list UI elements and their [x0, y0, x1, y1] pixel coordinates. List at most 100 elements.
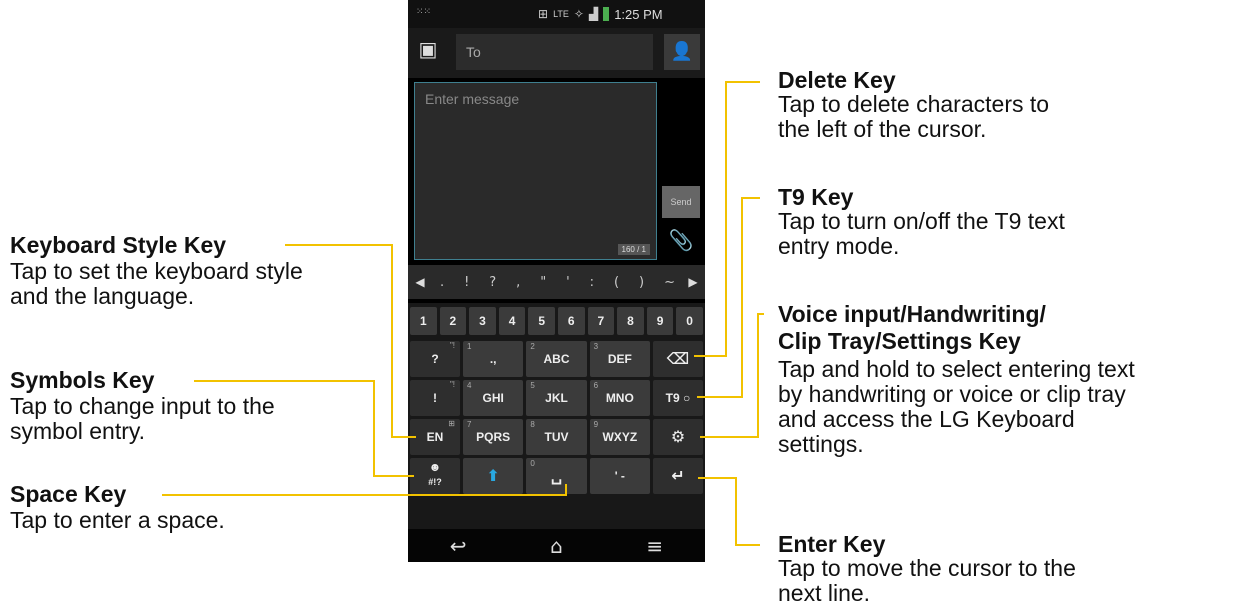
number-key[interactable]: 1	[410, 307, 437, 335]
key-sup-label: "!	[449, 380, 455, 389]
symbol-key[interactable]: ,	[516, 275, 520, 290]
nfc-icon: ⊞	[538, 7, 549, 21]
symbol-key[interactable]: :	[590, 275, 594, 290]
t9-key-desc-1: Tap to turn on/off the T9 text	[778, 208, 1065, 234]
person-icon[interactable]: 👤	[664, 34, 700, 70]
voice-key-title-2: Clip Tray/Settings Key	[778, 328, 1021, 354]
symbol-key[interactable]: (	[614, 275, 619, 290]
key-3[interactable]: 3 DEF	[589, 341, 650, 377]
space-key[interactable]: 0 ␣	[526, 458, 587, 494]
number-key[interactable]: 9	[646, 307, 674, 335]
keyboard: 1 2 3 4 5 6 7 8 9 0 "! ? 1 ., 2 ABC 3 DE…	[408, 303, 705, 529]
number-key[interactable]: 6	[557, 307, 585, 335]
symbol-key[interactable]: ~	[664, 275, 675, 290]
back-nav-icon[interactable]: ↩	[450, 534, 467, 558]
key-row-3: ⊞ EN 7 PQRS 8 TUV 9 WXYZ ⚙	[410, 419, 703, 455]
symbol-key[interactable]: .	[440, 275, 444, 290]
key-2[interactable]: 2 ABC	[526, 341, 587, 377]
enter-key-title: Enter Key	[778, 531, 886, 557]
key-6[interactable]: 6 MNO	[589, 380, 650, 416]
key-label: DEF	[607, 352, 632, 366]
symbol-key[interactable]: '	[566, 275, 570, 290]
symbol-key[interactable]: "	[540, 275, 546, 290]
menu-nav-icon[interactable]: ≡	[646, 534, 663, 558]
key-1[interactable]: 1 .,	[463, 341, 524, 377]
t9-key[interactable]: T9 ○	[652, 380, 703, 416]
key-label: WXYZ	[602, 430, 638, 444]
voice-key-title-1: Voice input/Handwriting/	[778, 301, 1046, 327]
key-8[interactable]: 8 TUV	[526, 419, 587, 455]
key-label: ABC	[543, 352, 570, 366]
key-digit: 1	[467, 342, 472, 351]
scroll-left-icon[interactable]: ◀	[412, 265, 428, 299]
key-4[interactable]: 4 GHI	[463, 380, 524, 416]
send-button[interactable]: Send	[662, 186, 700, 218]
symbol-key[interactable]: ?	[489, 275, 496, 290]
t9-key-title: T9 Key	[778, 184, 854, 210]
symbols-key-title: Symbols Key	[10, 367, 155, 393]
shift-key[interactable]: ⬆	[463, 458, 524, 494]
home-nav-icon[interactable]: ⌂	[550, 534, 563, 558]
paperclip-icon[interactable]: 📎	[666, 225, 696, 255]
keyboard-style-key-desc-1: Tap to set the keyboard style	[10, 258, 303, 284]
space-key-title: Space Key	[10, 481, 127, 507]
t9-key-desc-2: entry mode.	[778, 233, 900, 259]
phone-screen: ⁙⁙ ⊞ LTE ✧ ▟ 1:25 PM ▣ To 👤 Enter messag…	[408, 0, 705, 562]
enter-return-icon: ↵	[671, 466, 685, 485]
keyboard-style-key[interactable]: ⊞ EN	[410, 419, 460, 455]
number-key[interactable]: 3	[469, 307, 496, 335]
contact-card-icon[interactable]: ▣	[417, 38, 439, 60]
delete-key[interactable]: ⌫	[652, 341, 703, 377]
key-label: GHI	[482, 391, 504, 405]
number-key[interactable]: 4	[498, 307, 526, 335]
symbols-key[interactable]: ☻ #!?	[410, 458, 460, 494]
key-digit: 6	[593, 381, 599, 390]
shift-arrow-icon: ⬆	[486, 466, 500, 485]
exclamation-key[interactable]: "! !	[410, 380, 460, 416]
number-key[interactable]: 8	[617, 307, 644, 335]
number-key[interactable]: 0	[676, 307, 703, 335]
enter-key-desc-2: next line.	[778, 580, 871, 606]
message-input[interactable]: Enter message 160 / 1	[414, 82, 657, 260]
voice-key-desc-2: by handwriting or voice or clip tray	[778, 381, 1126, 407]
key-label: TUV	[544, 430, 569, 444]
backspace-icon: ⌫	[666, 349, 690, 368]
number-key[interactable]: 2	[439, 307, 467, 335]
keyboard-style-key-desc-2: and the language.	[10, 283, 195, 309]
status-time: 1:25 PM	[614, 6, 663, 22]
key-7[interactable]: 7 PQRS	[463, 419, 524, 455]
key-9[interactable]: 9 WXYZ	[589, 419, 650, 455]
space-key-desc-1: Tap to enter a space.	[10, 507, 225, 533]
leader-voice	[700, 313, 764, 438]
leader-style	[285, 244, 416, 438]
key-row-4: ☻ #!? ⬆ 0 ␣ ' - ↵	[410, 458, 703, 494]
delete-key-title: Delete Key	[778, 67, 896, 93]
number-key[interactable]: 5	[528, 307, 555, 335]
apostrophe-dash-key[interactable]: ' -	[589, 458, 650, 494]
key-digit: 7	[467, 420, 472, 429]
signal-bars-icon: ▟	[588, 7, 599, 21]
key-sup-label: "!	[449, 341, 455, 350]
key-row-2: "! ! 4 GHI 5 JKL 6 MNO T9 ○	[410, 380, 703, 416]
keyboard-style-hint-icon: ⊞	[448, 419, 455, 428]
key-label: T9 ○	[653, 391, 703, 405]
symbol-key[interactable]: !	[464, 275, 469, 290]
question-key[interactable]: "! ?	[410, 341, 460, 377]
status-icons: ⊞ LTE ✧ ▟ 1:25 PM	[538, 4, 663, 24]
to-field[interactable]: To	[456, 34, 653, 70]
number-key[interactable]: 7	[587, 307, 615, 335]
voice-key-desc-1: Tap and hold to select entering text	[778, 356, 1135, 382]
key-label: PQRS	[476, 430, 511, 444]
symbol-key[interactable]: )	[639, 275, 644, 290]
scroll-right-icon[interactable]: ▶	[685, 265, 701, 299]
network-activity-icon: ✧	[573, 7, 584, 21]
key-digit: 9	[593, 420, 599, 429]
enter-key[interactable]: ↵	[652, 458, 703, 494]
symbols-key-desc-1: Tap to change input to the	[10, 393, 275, 419]
navigation-bar: ↩ ⌂ ≡	[408, 529, 705, 562]
settings-key[interactable]: ⚙	[652, 419, 703, 455]
key-digit: 4	[467, 381, 472, 390]
delete-key-desc-2: the left of the cursor.	[778, 116, 987, 142]
key-5[interactable]: 5 JKL	[526, 380, 587, 416]
key-label: #!?	[428, 477, 442, 487]
